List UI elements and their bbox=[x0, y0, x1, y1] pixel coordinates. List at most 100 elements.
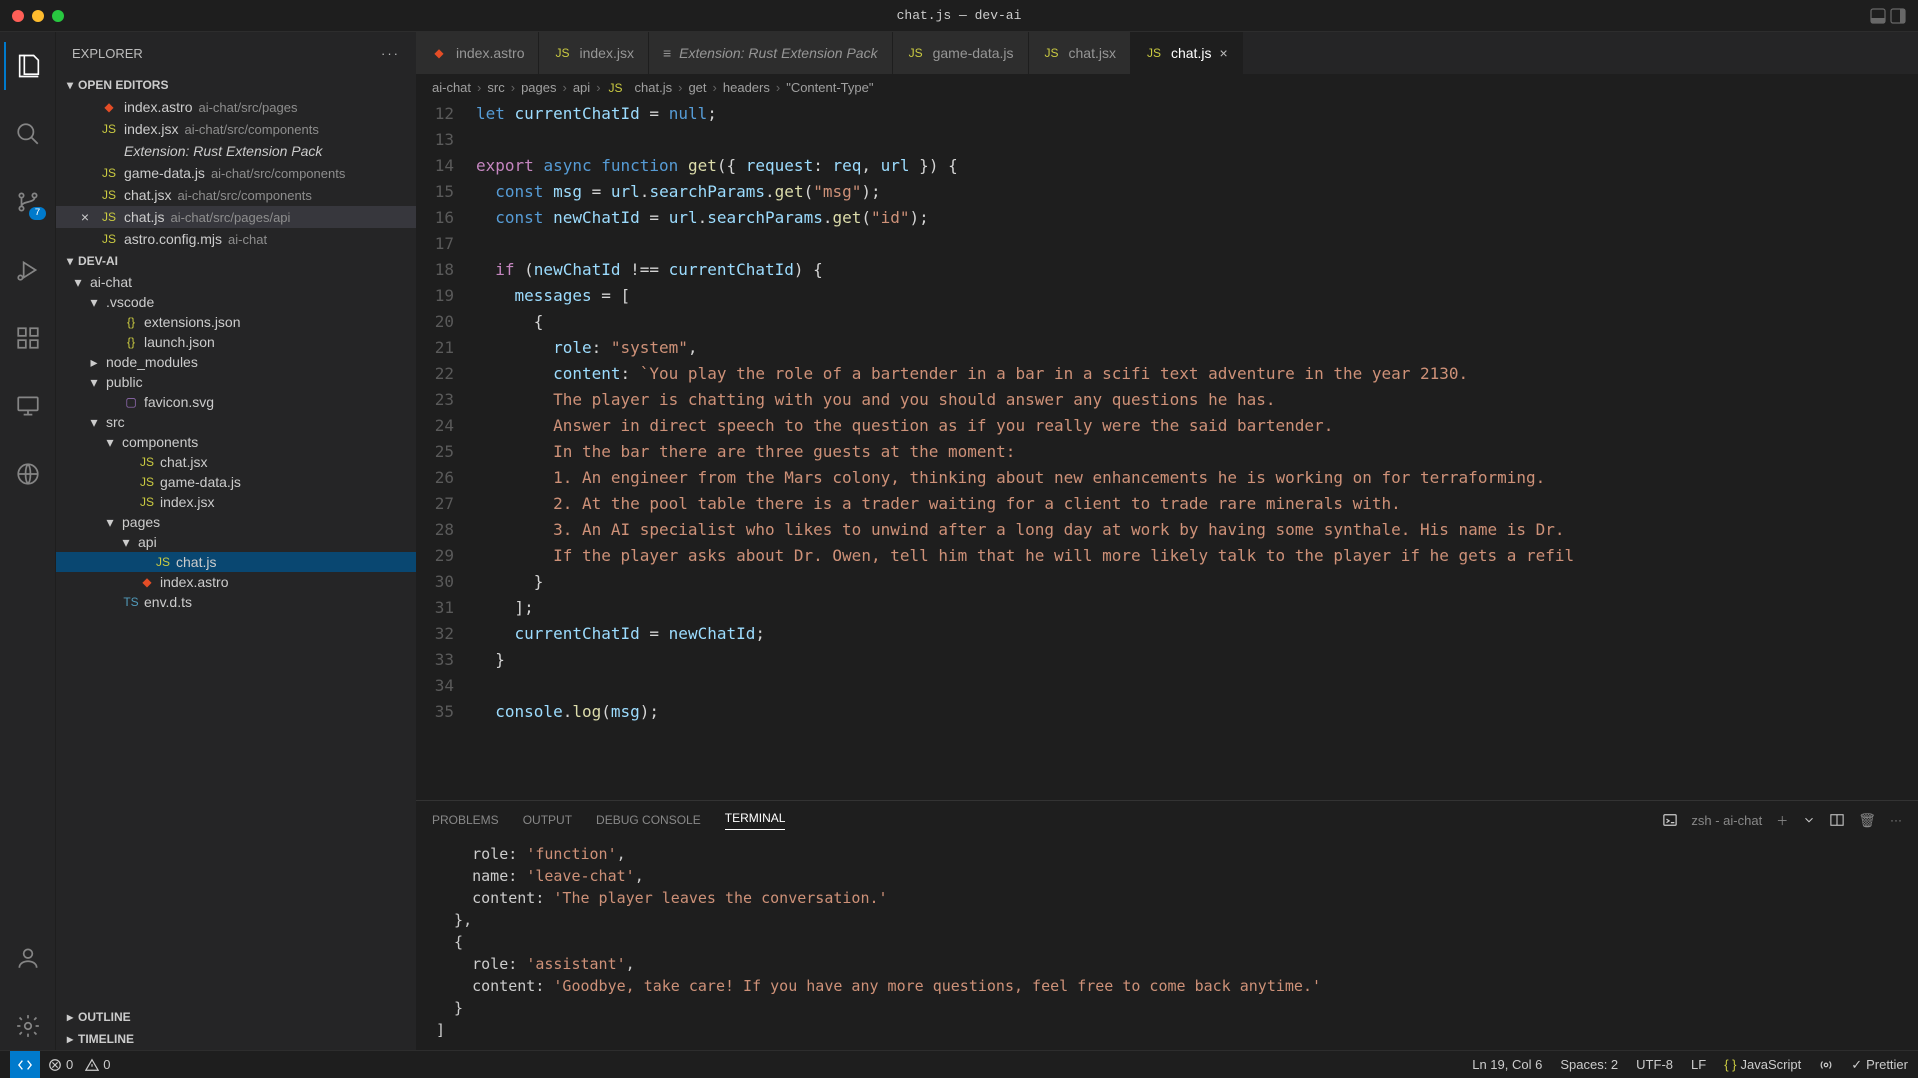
scm-tab[interactable]: 7 bbox=[4, 178, 52, 226]
panel-tab-problems[interactable]: PROBLEMS bbox=[432, 813, 499, 827]
extensions-tab[interactable] bbox=[4, 314, 52, 362]
file-icon: ◆ bbox=[430, 46, 448, 60]
chevron-icon: ▾ bbox=[72, 276, 84, 288]
open-editor-item[interactable]: JSastro.config.mjs ai-chat bbox=[56, 228, 416, 250]
eol[interactable]: LF bbox=[1691, 1057, 1706, 1072]
open-editor-item[interactable]: Extension: Rust Extension Pack bbox=[56, 140, 416, 162]
tree-file[interactable]: TSenv.d.ts bbox=[56, 592, 416, 612]
tree-item-label: chat.jsx bbox=[160, 454, 207, 470]
breadcrumb-item[interactable]: "Content-Type" bbox=[786, 80, 873, 95]
breadcrumb-item[interactable]: api bbox=[573, 80, 590, 95]
editor-tab[interactable]: ◆index.astro bbox=[416, 32, 539, 74]
tree-folder[interactable]: ▾pages bbox=[56, 512, 416, 532]
remote-tab[interactable] bbox=[4, 382, 52, 430]
tree-folder[interactable]: ▾ai-chat bbox=[56, 272, 416, 292]
breadcrumb-item[interactable]: ai-chat bbox=[432, 80, 471, 95]
toggle-panel-icon[interactable] bbox=[1870, 8, 1886, 24]
tree-folder[interactable]: ▾public bbox=[56, 372, 416, 392]
editor-tab[interactable]: JSchat.js× bbox=[1131, 32, 1243, 74]
more-icon[interactable]: ··· bbox=[381, 46, 400, 61]
new-terminal-icon[interactable]: ＋ bbox=[1776, 812, 1788, 829]
close-icon[interactable]: × bbox=[76, 209, 94, 225]
panel-tab-output[interactable]: OUTPUT bbox=[523, 813, 572, 827]
warning-count[interactable]: 0 bbox=[85, 1057, 110, 1072]
kill-terminal-icon[interactable]: 🗑 bbox=[1858, 812, 1876, 829]
code-content[interactable]: let currentChatId = null; export async f… bbox=[476, 101, 1918, 800]
edge-tab[interactable] bbox=[4, 450, 52, 498]
tree-folder[interactable]: ▾.vscode bbox=[56, 292, 416, 312]
panel-tab-debug-console[interactable]: DEBUG CONSOLE bbox=[596, 813, 701, 827]
prettier-status[interactable]: ✓Prettier bbox=[1851, 1057, 1908, 1073]
explorer-tab[interactable] bbox=[4, 42, 52, 90]
tree-file[interactable]: JSindex.jsx bbox=[56, 492, 416, 512]
tree-file[interactable]: JSchat.jsx bbox=[56, 452, 416, 472]
debug-tab[interactable] bbox=[4, 246, 52, 294]
tree-item-label: api bbox=[138, 534, 157, 550]
encoding[interactable]: UTF-8 bbox=[1636, 1057, 1673, 1072]
terminal-shell[interactable]: zsh - ai-chat bbox=[1691, 813, 1762, 828]
tree-folder[interactable]: ▾src bbox=[56, 412, 416, 432]
minimize-window[interactable] bbox=[32, 10, 44, 22]
monitor-icon bbox=[15, 393, 41, 419]
project-header[interactable]: ▾ DEV-AI bbox=[56, 250, 416, 272]
editor-tab[interactable]: JSchat.jsx bbox=[1029, 32, 1131, 74]
tree-file[interactable]: ◆index.astro bbox=[56, 572, 416, 592]
tree-file[interactable]: {}launch.json bbox=[56, 332, 416, 352]
remote-indicator[interactable] bbox=[10, 1051, 40, 1078]
editor-tab[interactable]: JSgame-data.js bbox=[893, 32, 1029, 74]
file-icon: {} bbox=[122, 315, 140, 329]
tree-file[interactable]: {}extensions.json bbox=[56, 312, 416, 332]
chevron-icon: ▸ bbox=[88, 356, 100, 368]
tree-item-label: game-data.js bbox=[160, 474, 241, 490]
chevron-down-icon[interactable] bbox=[1802, 813, 1816, 827]
breadcrumb-item[interactable]: get bbox=[688, 80, 706, 95]
cursor-position[interactable]: Ln 19, Col 6 bbox=[1472, 1057, 1542, 1072]
tree-file[interactable]: ▢favicon.svg bbox=[56, 392, 416, 412]
tree-folder[interactable]: ▾api bbox=[56, 532, 416, 552]
breadcrumb-item[interactable]: pages bbox=[521, 80, 556, 95]
outline-header[interactable]: ▸ OUTLINE bbox=[56, 1006, 416, 1028]
file-path: ai-chat bbox=[228, 232, 267, 247]
toggle-sidebar-right-icon[interactable] bbox=[1890, 8, 1906, 24]
file-icon: JS bbox=[100, 166, 118, 180]
close-icon[interactable]: × bbox=[1219, 45, 1227, 61]
tree-folder[interactable]: ▸node_modules bbox=[56, 352, 416, 372]
breadcrumb-item[interactable]: chat.js bbox=[635, 80, 673, 95]
settings-tab[interactable] bbox=[4, 1002, 52, 1050]
maximize-window[interactable] bbox=[52, 10, 64, 22]
open-editors-header[interactable]: ▾ OPEN EDITORS bbox=[56, 74, 416, 96]
timeline-header[interactable]: ▸ TIMELINE bbox=[56, 1028, 416, 1050]
open-editor-item[interactable]: JSindex.jsx ai-chat/src/components bbox=[56, 118, 416, 140]
more-icon[interactable]: ··· bbox=[1890, 813, 1902, 827]
terminal-output[interactable]: role: 'function', name: 'leave-chat', co… bbox=[416, 839, 1918, 1050]
breadcrumb-item[interactable]: headers bbox=[723, 80, 770, 95]
error-count[interactable]: 0 bbox=[48, 1057, 73, 1072]
editor-tab[interactable]: ≡Extension: Rust Extension Pack bbox=[649, 32, 893, 74]
close-window[interactable] bbox=[12, 10, 24, 22]
status-bar: 0 0 Ln 19, Col 6 Spaces: 2 UTF-8 LF { } … bbox=[0, 1050, 1918, 1078]
tree-item-label: env.d.ts bbox=[144, 594, 192, 610]
tree-file[interactable]: JSchat.js bbox=[56, 552, 416, 572]
terminal-launch-icon[interactable] bbox=[1663, 813, 1677, 827]
file-path: ai-chat/src/components bbox=[211, 166, 345, 181]
account-tab[interactable] bbox=[4, 934, 52, 982]
panel-tab-terminal[interactable]: TERMINAL bbox=[725, 811, 786, 830]
chevron-down-icon: ▾ bbox=[64, 79, 76, 91]
open-editor-item[interactable]: JSchat.jsx ai-chat/src/components bbox=[56, 184, 416, 206]
language-mode[interactable]: { } JavaScript bbox=[1724, 1057, 1801, 1072]
breadcrumb[interactable]: ai-chat›src›pages›api›JSchat.js›get›head… bbox=[416, 74, 1918, 101]
tree-file[interactable]: JSgame-data.js bbox=[56, 472, 416, 492]
files-icon bbox=[15, 52, 43, 80]
explorer-label: EXPLORER bbox=[72, 46, 143, 61]
split-terminal-icon[interactable] bbox=[1830, 813, 1844, 827]
search-tab[interactable] bbox=[4, 110, 52, 158]
radio-tower-icon[interactable] bbox=[1819, 1058, 1833, 1072]
code-editor[interactable]: 1213141516171819202122232425262728293031… bbox=[416, 101, 1918, 800]
breadcrumb-item[interactable]: src bbox=[487, 80, 504, 95]
open-editor-item[interactable]: JSgame-data.js ai-chat/src/components bbox=[56, 162, 416, 184]
indentation[interactable]: Spaces: 2 bbox=[1560, 1057, 1618, 1072]
open-editor-item[interactable]: ×JSchat.js ai-chat/src/pages/api bbox=[56, 206, 416, 228]
tree-folder[interactable]: ▾components bbox=[56, 432, 416, 452]
open-editor-item[interactable]: ◆index.astro ai-chat/src/pages bbox=[56, 96, 416, 118]
editor-tab[interactable]: JSindex.jsx bbox=[539, 32, 648, 74]
